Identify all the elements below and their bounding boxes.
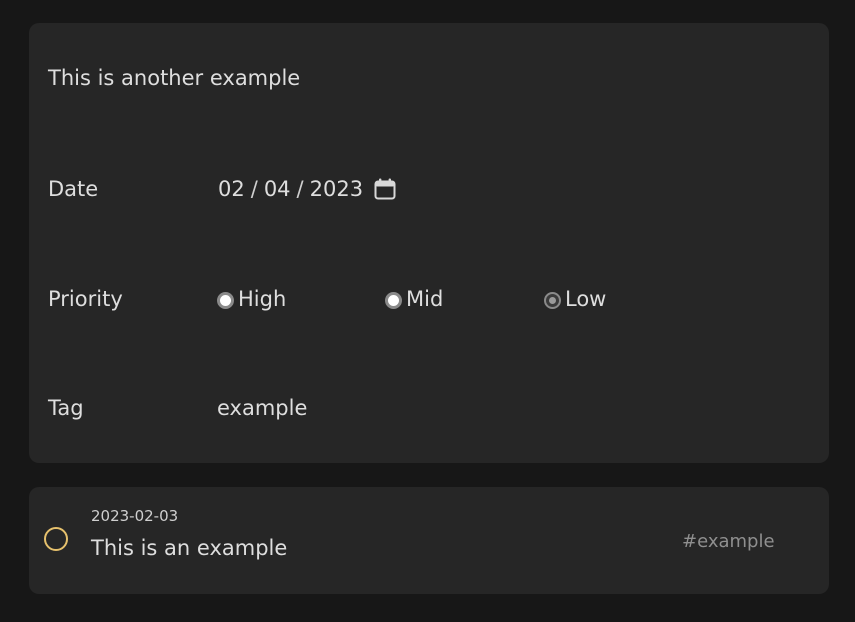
date-input[interactable]: 02 / 04 / 2023 [217,175,364,203]
priority-mid-label: Mid [406,287,444,311]
priority-high-label: High [238,287,287,311]
todo-date: 2023-02-03 [91,507,179,525]
priority-option-high[interactable]: High [217,285,286,313]
calendar-icon[interactable] [374,178,396,200]
date-year[interactable]: 2023 [309,175,364,203]
priority-low-label: Low [565,287,607,311]
task-title[interactable]: This is another example [48,64,300,92]
tag-input[interactable]: example [217,394,307,422]
date-month[interactable]: 02 [217,175,246,203]
task-editor-card: This is another example Date 02 / 04 / 2… [29,23,829,463]
priority-option-low[interactable]: Low [544,285,606,313]
date-separator: / [250,177,258,201]
priority-option-mid[interactable]: Mid [385,285,443,313]
date-day[interactable]: 04 [263,175,292,203]
priority-radio-group: High Mid Low [217,285,717,313]
tag-label: Tag [48,396,84,420]
todo-text[interactable]: This is an example [91,534,287,562]
todo-tag[interactable]: #example [682,530,775,554]
priority-high-radio[interactable] [217,292,234,309]
priority-mid-radio[interactable] [385,292,402,309]
todo-item-card: 2023-02-03 This is an example #example [29,487,829,594]
priority-label: Priority [48,287,123,311]
date-separator: / [296,177,304,201]
todo-checkbox[interactable] [44,527,68,551]
date-field[interactable]: 02 / 04 / 2023 [217,175,396,203]
priority-low-radio[interactable] [544,292,561,309]
date-label: Date [48,177,99,201]
